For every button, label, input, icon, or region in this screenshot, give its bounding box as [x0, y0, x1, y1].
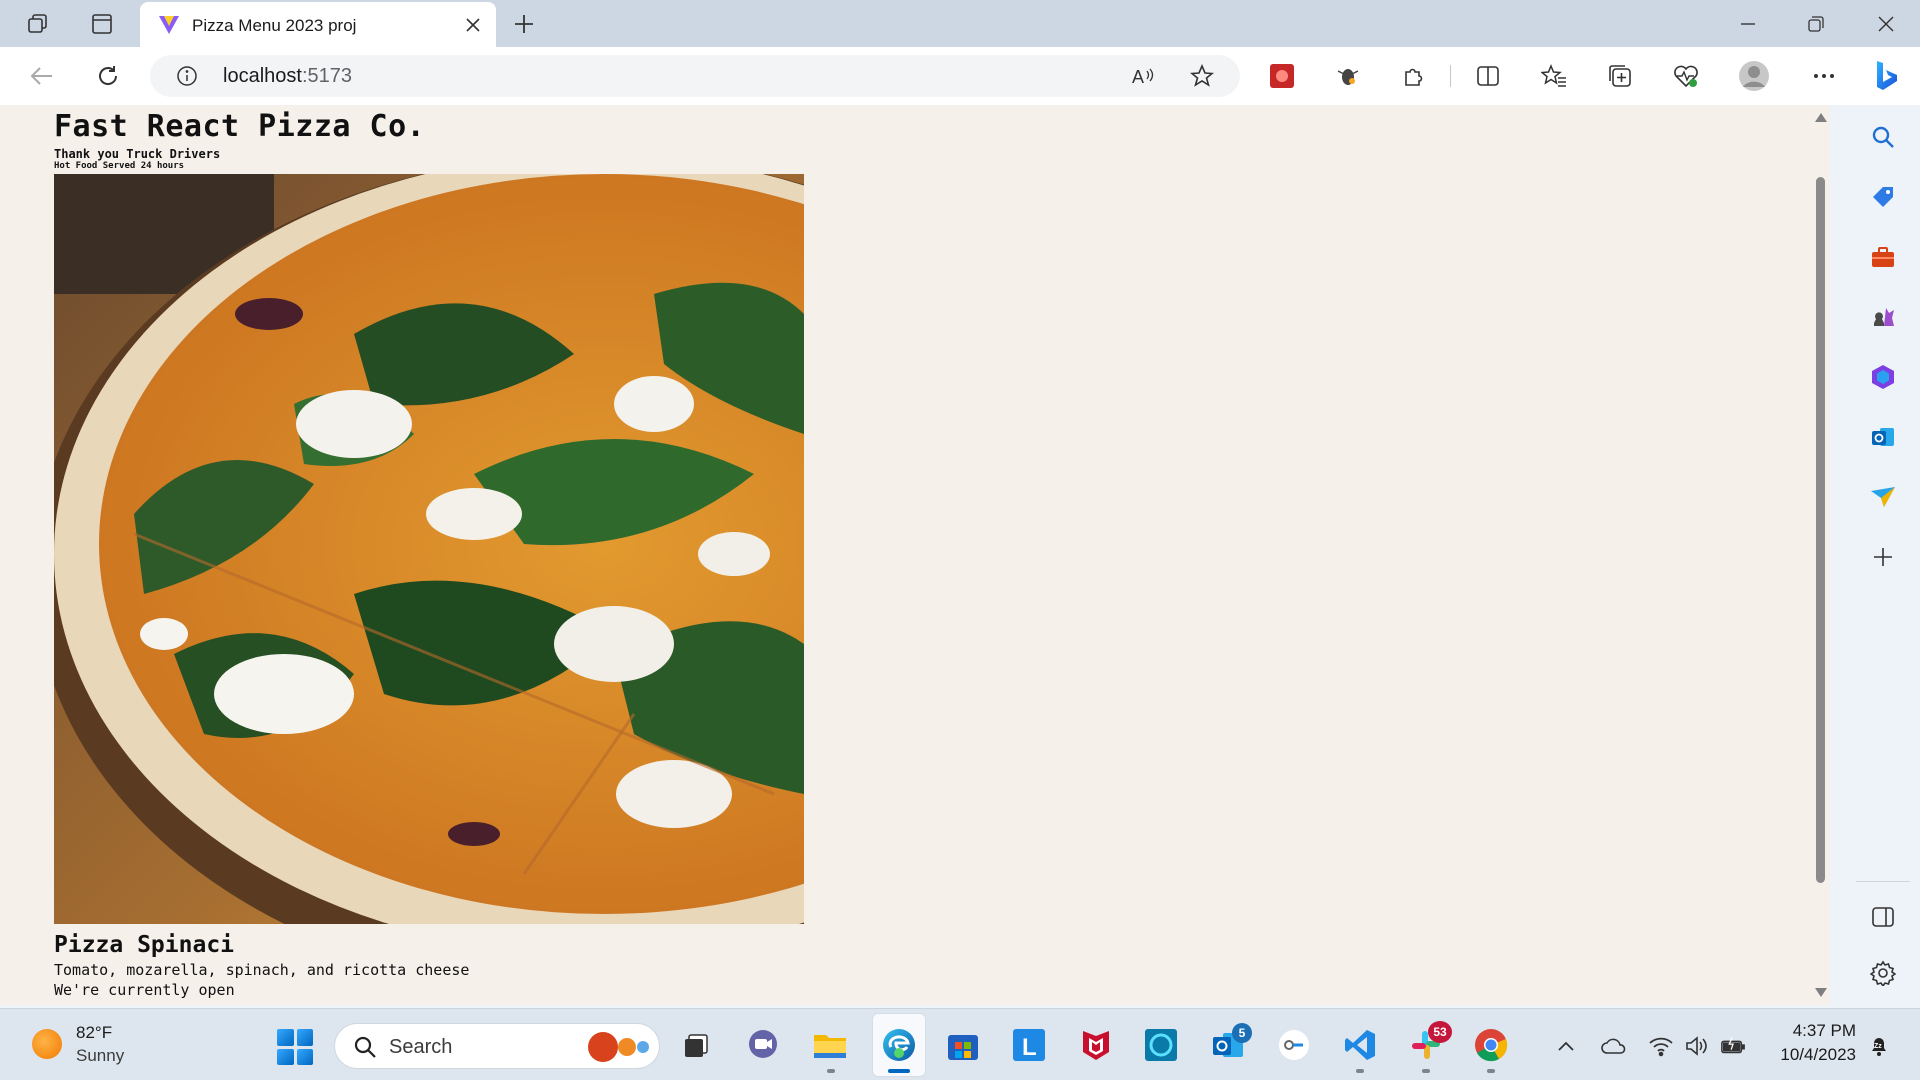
extensions-puzzle-icon[interactable]: [1398, 60, 1430, 92]
favorite-star-icon[interactable]: [1188, 63, 1216, 89]
sidebar-send-icon[interactable]: [1867, 481, 1899, 513]
show-hidden-icons-chevron-icon[interactable]: [1553, 1033, 1579, 1059]
close-window-icon[interactable]: [1852, 0, 1920, 47]
weather-temperature[interactable]: 82°F: [76, 1023, 112, 1043]
weather-condition[interactable]: Sunny: [76, 1046, 124, 1066]
sidebar-settings-gear-icon[interactable]: [1867, 957, 1899, 989]
pizza-spinaci-photo: [54, 174, 804, 924]
profile-avatar[interactable]: [1738, 60, 1770, 92]
favorites-icon[interactable]: [1538, 60, 1570, 92]
restore-icon[interactable]: [1782, 0, 1850, 47]
sidebar-add-icon[interactable]: [1867, 541, 1899, 573]
scroll-up-arrow-icon[interactable]: [1815, 113, 1827, 122]
sidebar-search-icon[interactable]: [1867, 121, 1899, 153]
onedrive-cloud-icon[interactable]: [1601, 1033, 1627, 1059]
collections-icon[interactable]: [1604, 60, 1636, 92]
file-explorer-icon[interactable]: [810, 1025, 850, 1065]
volume-icon[interactable]: [1684, 1033, 1710, 1059]
tab-pizza-menu[interactable]: Pizza Menu 2023 proj: [140, 2, 496, 47]
svg-text:A: A: [1132, 67, 1144, 87]
taskbar-search-box[interactable]: Search: [334, 1023, 660, 1069]
start-button[interactable]: [277, 1029, 313, 1065]
search-icon: [354, 1036, 376, 1058]
minimize-icon[interactable]: [1714, 0, 1782, 47]
page-scrollbar[interactable]: [1812, 105, 1830, 1005]
edge-browser-icon[interactable]: [879, 1025, 919, 1065]
page-tagline: Hot Food Served 24 hours: [54, 161, 185, 171]
teams-chat-icon[interactable]: [743, 1025, 783, 1065]
more-options-icon[interactable]: [1808, 60, 1840, 92]
vscode-running-indicator: [1356, 1069, 1364, 1073]
windows-taskbar: 82°F Sunny Search L 5 53 4:37 PM 10/4/20…: [0, 1008, 1920, 1080]
edge-running-indicator: [888, 1069, 910, 1073]
notifications-icon[interactable]: Zz: [1866, 1033, 1892, 1059]
search-highlight-art-icon: [588, 1032, 649, 1062]
key-app-icon[interactable]: [1274, 1025, 1314, 1065]
read-aloud-icon[interactable]: A: [1130, 63, 1158, 89]
task-view-icon[interactable]: [676, 1025, 716, 1065]
refresh-icon[interactable]: [90, 58, 126, 94]
workspaces-icon[interactable]: [20, 7, 56, 40]
tab-title: Pizza Menu 2023 proj: [192, 16, 357, 35]
open-status: We're currently open: [54, 981, 235, 999]
back-icon[interactable]: [24, 58, 60, 94]
site-info-icon[interactable]: [176, 65, 198, 87]
sidebar-divider: [1856, 881, 1910, 882]
sidebar-tools-icon[interactable]: [1867, 241, 1899, 273]
slack-badge: 53: [1428, 1021, 1452, 1043]
vertical-tabs-icon[interactable]: [84, 7, 120, 40]
close-tab-icon[interactable]: [462, 14, 484, 36]
scroll-thumb[interactable]: [1816, 177, 1825, 883]
explorer-running-indicator: [827, 1069, 835, 1073]
browser-toolbar: localhost:5173 A: [0, 47, 1920, 105]
split-screen-icon[interactable]: [1472, 60, 1504, 92]
microsoft-store-icon[interactable]: [943, 1025, 983, 1065]
browser-title-bar: Pizza Menu 2023 proj: [0, 0, 1920, 47]
mcafee-icon[interactable]: [1076, 1025, 1116, 1065]
vite-favicon-icon: [159, 16, 179, 34]
clock-date[interactable]: 10/4/2023: [1768, 1045, 1856, 1065]
chrome-running-indicator: [1487, 1069, 1495, 1073]
clock-time[interactable]: 4:37 PM: [1768, 1021, 1856, 1041]
battery-icon[interactable]: [1720, 1033, 1746, 1059]
wifi-icon[interactable]: [1648, 1033, 1674, 1059]
page-title: Fast React Pizza Co.: [54, 109, 426, 144]
new-tab-icon[interactable]: [506, 6, 542, 42]
sidebar-games-icon[interactable]: [1867, 301, 1899, 333]
l-app-icon[interactable]: L: [1009, 1025, 1049, 1065]
svg-text:Zz: Zz: [1874, 1043, 1882, 1050]
scroll-down-arrow-icon[interactable]: [1815, 988, 1827, 997]
toolbar-divider: [1450, 65, 1451, 87]
pizza-name: Pizza Spinaci: [54, 932, 235, 958]
pizza-ingredients: Tomato, mozarella, spinach, and ricotta …: [54, 961, 470, 979]
svg-text:L: L: [1022, 1034, 1037, 1061]
page-viewport: Fast React Pizza Co. Thank you Truck Dri…: [0, 105, 1830, 1005]
edge-sidebar: [1846, 105, 1920, 1005]
extension-red-icon[interactable]: [1266, 60, 1298, 92]
page-subtitle: Thank you Truck Drivers: [54, 147, 221, 161]
url-text: localhost:5173: [223, 65, 352, 87]
sidebar-microsoft365-icon[interactable]: [1867, 361, 1899, 393]
search-placeholder: Search: [389, 1036, 453, 1058]
outlook-badge: 5: [1232, 1023, 1252, 1043]
sidebar-hide-panel-icon[interactable]: [1867, 901, 1899, 933]
sidebar-shopping-tag-icon[interactable]: [1867, 181, 1899, 213]
slack-running-indicator: [1422, 1069, 1430, 1073]
address-bar[interactable]: localhost:5173 A: [150, 55, 1240, 97]
weather-sun-icon[interactable]: [32, 1029, 62, 1059]
copilot-button[interactable]: [1862, 52, 1910, 100]
browser-essentials-icon[interactable]: [1670, 60, 1702, 92]
extension-bug-icon[interactable]: [1332, 60, 1364, 92]
chrome-icon[interactable]: [1471, 1025, 1511, 1065]
alexa-icon[interactable]: [1141, 1025, 1181, 1065]
sidebar-outlook-icon[interactable]: [1867, 421, 1899, 453]
vscode-icon[interactable]: [1340, 1025, 1380, 1065]
